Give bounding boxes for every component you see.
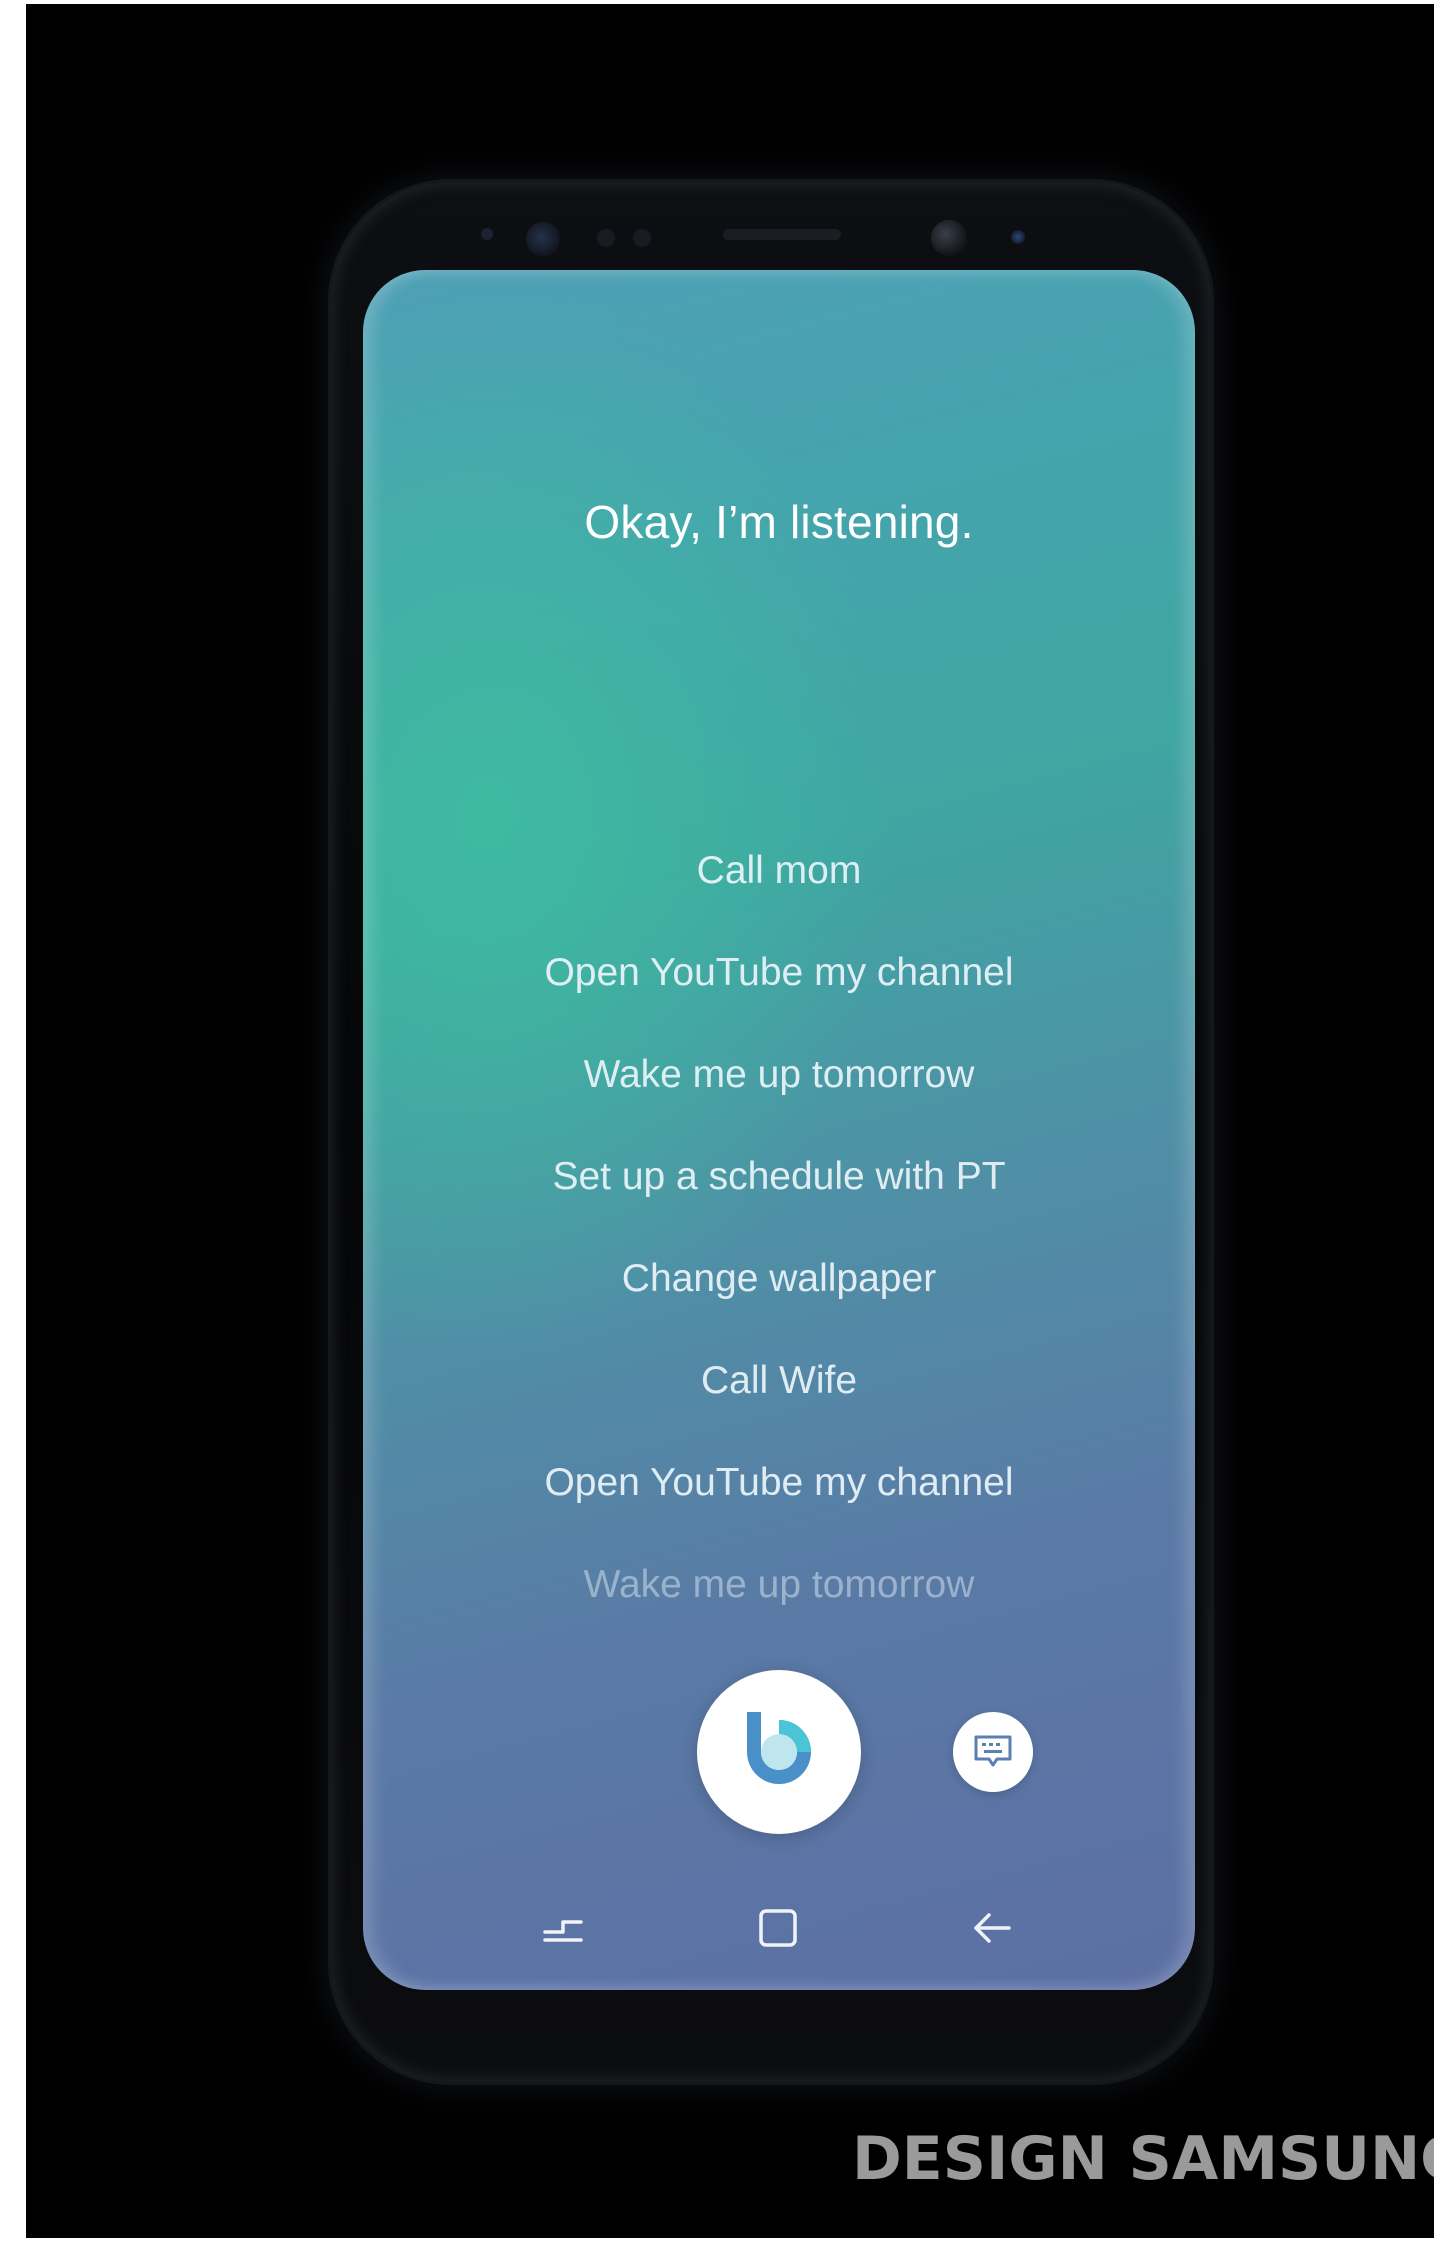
keyboard-input-button[interactable] (953, 1712, 1033, 1792)
recent-apps-button[interactable] (533, 1898, 593, 1958)
suggestion-item[interactable]: Wake me up tomorrow (363, 1534, 1195, 1636)
navigation-bar (363, 1880, 1195, 1980)
suggestion-item[interactable]: Open YouTube my channel (363, 922, 1195, 1024)
bixby-voice-screen: Okay, I’m listening. Call mom Open YouTu… (363, 270, 1195, 1990)
suggestion-item[interactable]: Call mom (363, 820, 1195, 922)
image-frame: Okay, I’m listening. Call mom Open YouTu… (26, 4, 1434, 2238)
sensor-icon (633, 229, 651, 247)
iris-scanner-icon (526, 222, 560, 256)
home-icon (759, 1909, 797, 1947)
suggestion-item[interactable]: Call Wife (363, 1330, 1195, 1432)
back-button[interactable] (963, 1898, 1023, 1958)
watermark-text: DESIGN SAMSUNG (852, 2124, 1434, 2194)
suggestion-item[interactable]: Wake me up tomorrow (363, 1024, 1195, 1126)
suggestion-item[interactable]: Set up a schedule with PT (363, 1126, 1195, 1228)
suggestion-item[interactable]: Open YouTube my channel (363, 1432, 1195, 1534)
listening-status-title: Okay, I’m listening. (584, 496, 974, 548)
voice-command-suggestions: Call mom Open YouTube my channel Wake me… (363, 820, 1195, 1636)
bixby-voice-button[interactable] (697, 1670, 861, 1834)
iris-led-icon (1011, 230, 1025, 244)
sensor-icon (597, 229, 615, 247)
suggestion-item[interactable]: Change wallpaper (363, 1228, 1195, 1330)
bixby-logo-icon (747, 1712, 811, 1784)
recent-apps-icon (543, 1920, 583, 1942)
keyboard-icon (974, 1735, 1012, 1767)
front-camera-icon (931, 220, 967, 256)
proximity-sensor-icon (481, 228, 493, 240)
earpiece-speaker (723, 229, 841, 240)
back-arrow-icon (974, 1913, 1011, 1943)
home-button[interactable] (748, 1898, 808, 1958)
